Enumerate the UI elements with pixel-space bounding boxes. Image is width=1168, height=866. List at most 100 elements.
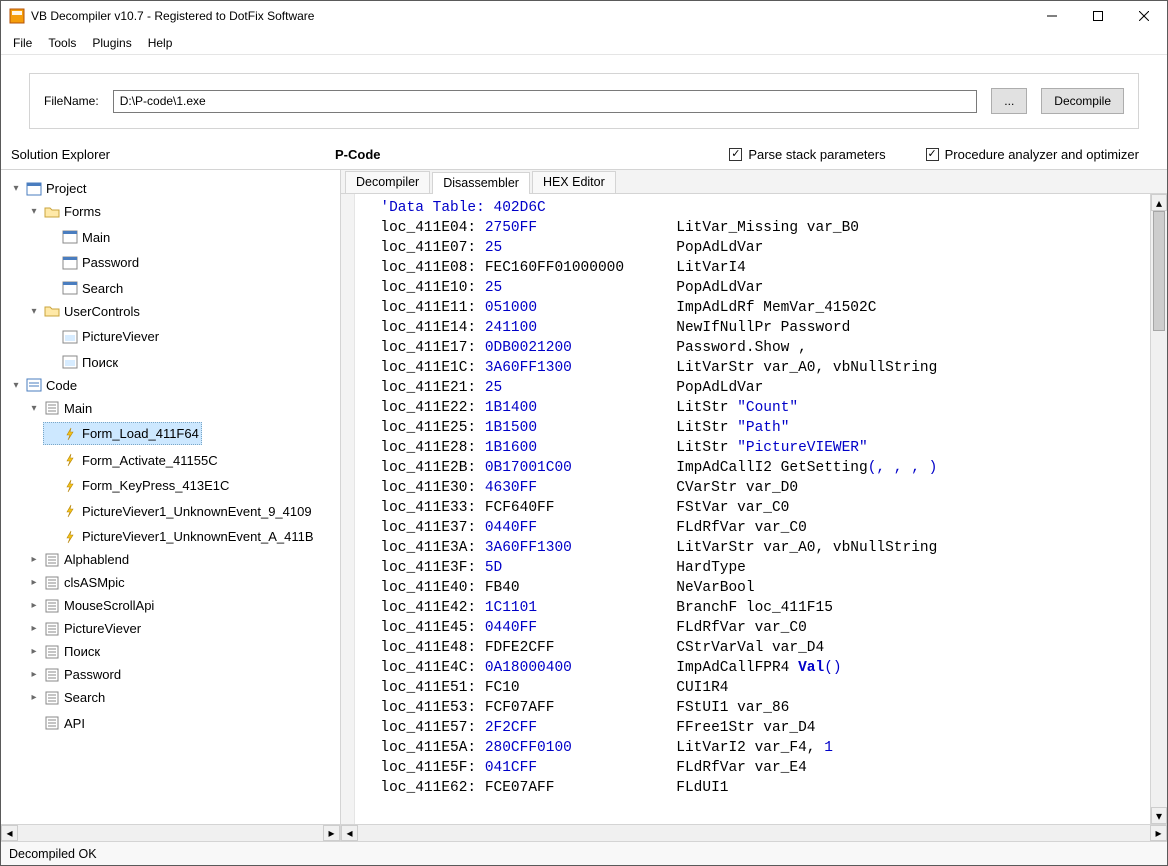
tree-icon bbox=[62, 503, 78, 519]
scroll-thumb[interactable] bbox=[1153, 211, 1165, 331]
tree-proc-item[interactable]: PictureViever1_UnknownEvent_9_4109 bbox=[43, 501, 315, 522]
tree-uc-item[interactable]: Поиск bbox=[43, 352, 121, 373]
tree-label: Form_Activate_41155C bbox=[82, 450, 218, 471]
tree-label: API bbox=[64, 713, 85, 734]
twisty-icon[interactable]: ▾ bbox=[28, 301, 40, 322]
tree-module-item[interactable]: ▸Password bbox=[25, 664, 124, 685]
tree-icon bbox=[44, 575, 60, 591]
twisty-icon[interactable]: ▸ bbox=[28, 641, 40, 662]
code-h-scrollbar[interactable]: ◂ ▸ bbox=[341, 824, 1167, 841]
scroll-left-icon[interactable]: ◂ bbox=[1, 825, 18, 841]
tree-proc-item[interactable]: Form_Load_411F64 bbox=[43, 422, 202, 445]
tree-icon bbox=[62, 280, 78, 296]
tree-usercontrols[interactable]: ▾ UserControls bbox=[25, 301, 143, 322]
tree-icon bbox=[44, 667, 60, 683]
menubar: File Tools Plugins Help bbox=[1, 31, 1167, 55]
tree-form-password[interactable]: Password bbox=[43, 252, 142, 273]
twisty-icon[interactable]: ▾ bbox=[28, 398, 40, 419]
scroll-left-icon[interactable]: ◂ bbox=[341, 825, 358, 841]
titlebar: VB Decompiler v10.7 - Registered to DotF… bbox=[1, 1, 1167, 31]
tree-module-item[interactable]: ▸ clsASMpic bbox=[25, 572, 128, 593]
tree-proc-item[interactable]: PictureViever1_UnknownEvent_A_411B bbox=[43, 526, 317, 547]
tree-module-item[interactable]: ▸Alphablend bbox=[25, 549, 132, 570]
twisty-icon[interactable]: ▸ bbox=[28, 664, 40, 685]
tree-h-scrollbar[interactable]: ◂ ▸ bbox=[1, 824, 340, 841]
tree-icon bbox=[62, 354, 78, 370]
tree-label: PictureViever1_UnknownEvent_9_4109 bbox=[82, 501, 312, 522]
twisty-icon[interactable]: ▾ bbox=[28, 201, 40, 222]
tree-code-main[interactable]: ▾Main bbox=[25, 398, 95, 419]
browse-button[interactable]: ... bbox=[991, 88, 1027, 114]
tab-hex[interactable]: HEX Editor bbox=[532, 171, 616, 193]
tree-label: Password bbox=[82, 252, 139, 273]
twisty-icon[interactable]: ▾ bbox=[10, 375, 22, 396]
tree-icon bbox=[62, 452, 78, 468]
tree-module-item[interactable]: API bbox=[25, 713, 88, 734]
tree-label: Forms bbox=[64, 201, 101, 222]
tree-label: PictureViever bbox=[82, 326, 159, 347]
twisty-icon[interactable]: ▸ bbox=[28, 549, 40, 570]
scroll-up-icon[interactable]: ▴ bbox=[1151, 194, 1167, 211]
tree-icon bbox=[44, 644, 60, 660]
menu-help[interactable]: Help bbox=[140, 32, 181, 54]
project-tree[interactable]: ▾Project▾FormsMainPasswordSearch▾UserCon… bbox=[1, 170, 340, 824]
close-button[interactable] bbox=[1121, 1, 1167, 31]
window-title: VB Decompiler v10.7 - Registered to DotF… bbox=[31, 9, 1029, 23]
maximize-button[interactable] bbox=[1075, 1, 1121, 31]
tree-proc-item[interactable]: Form_KeyPress_413E1C bbox=[43, 475, 232, 496]
tab-disassembler[interactable]: Disassembler bbox=[432, 172, 530, 194]
tree-label: Поиск bbox=[64, 641, 100, 662]
tree-module-item[interactable]: ▸PictureViever bbox=[25, 618, 144, 639]
tree-panel: ▾Project▾FormsMainPasswordSearch▾UserCon… bbox=[1, 170, 341, 841]
tree-code[interactable]: ▾ Code bbox=[7, 375, 80, 396]
tree-uc-item[interactable]: PictureViever bbox=[43, 326, 162, 347]
filename-input[interactable] bbox=[113, 90, 978, 113]
tree-icon bbox=[62, 426, 78, 442]
pcode-header: P-Code bbox=[335, 147, 565, 162]
twisty-icon[interactable]: ▾ bbox=[10, 178, 22, 199]
tree-label: Form_Load_411F64 bbox=[82, 423, 199, 444]
scroll-down-icon[interactable]: ▾ bbox=[1151, 807, 1167, 824]
code-v-scrollbar[interactable]: ▴ ▾ bbox=[1150, 194, 1167, 824]
filename-label: FileName: bbox=[44, 94, 99, 108]
code-panel: Decompiler Disassembler HEX Editor 'Data… bbox=[341, 170, 1167, 841]
analyzer-checkbox[interactable]: ✓ Procedure analyzer and optimizer bbox=[926, 147, 1139, 162]
twisty-icon[interactable]: ▸ bbox=[28, 595, 40, 616]
decompile-button[interactable]: Decompile bbox=[1041, 88, 1124, 114]
scroll-right-icon[interactable]: ▸ bbox=[1150, 825, 1167, 841]
twisty-icon[interactable]: ▸ bbox=[28, 572, 40, 593]
tree-proc-item[interactable]: Form_Activate_41155C bbox=[43, 450, 221, 471]
tree-label: UserControls bbox=[64, 301, 140, 322]
tree-label: Code bbox=[46, 375, 77, 396]
code-listing[interactable]: 'Data Table: 402D6C loc_411E04: 2750FF L… bbox=[355, 194, 1150, 824]
tree-icon bbox=[44, 621, 60, 637]
parse-stack-checkbox[interactable]: ✓ Parse stack parameters bbox=[729, 147, 885, 162]
tree-module-item[interactable]: ▸ Поиск bbox=[25, 641, 103, 662]
editor-tabs: Decompiler Disassembler HEX Editor bbox=[341, 170, 1167, 194]
menu-plugins[interactable]: Plugins bbox=[84, 32, 139, 54]
tree-module-item[interactable]: ▸Search bbox=[25, 687, 108, 708]
tree-icon bbox=[44, 303, 60, 319]
tree-icon bbox=[44, 715, 60, 731]
check-icon: ✓ bbox=[729, 148, 742, 161]
tree-icon bbox=[62, 529, 78, 545]
tree-module-item[interactable]: ▸MouseScrollApi bbox=[25, 595, 157, 616]
tree-icon bbox=[44, 690, 60, 706]
tree-forms[interactable]: ▾ Forms bbox=[25, 201, 104, 222]
tree-form-search[interactable]: Search bbox=[43, 278, 126, 299]
twisty-icon[interactable]: ▸ bbox=[28, 687, 40, 708]
tree-label: Поиск bbox=[82, 352, 118, 373]
tree-label: clsASMpic bbox=[64, 572, 125, 593]
tab-decompiler[interactable]: Decompiler bbox=[345, 171, 430, 193]
tree-form-main[interactable]: Main bbox=[43, 227, 113, 248]
scroll-right-icon[interactable]: ▸ bbox=[323, 825, 340, 841]
menu-tools[interactable]: Tools bbox=[40, 32, 84, 54]
tree-project[interactable]: ▾Project bbox=[7, 178, 89, 199]
analyzer-label: Procedure analyzer and optimizer bbox=[945, 147, 1139, 162]
menu-file[interactable]: File bbox=[5, 32, 40, 54]
editor-gutter bbox=[341, 194, 355, 824]
minimize-button[interactable] bbox=[1029, 1, 1075, 31]
tree-icon bbox=[26, 181, 42, 197]
twisty-icon[interactable]: ▸ bbox=[28, 618, 40, 639]
tree-label: Form_KeyPress_413E1C bbox=[82, 475, 229, 496]
